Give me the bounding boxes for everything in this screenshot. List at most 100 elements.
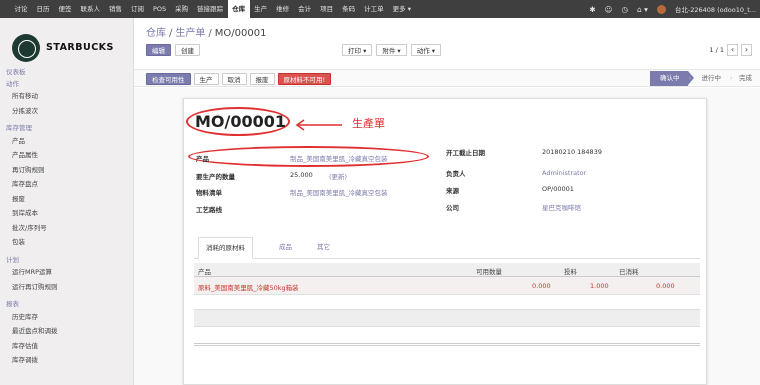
status-bar: 检查可用性 生产 取消 报废 原材料不可用! 确认中 进行中 完成	[134, 69, 760, 87]
app-menu-item[interactable]: POS	[149, 0, 171, 18]
app-menu-item[interactable]: 讨论	[10, 0, 32, 18]
create-button[interactable]: 创建	[175, 44, 200, 56]
produce-button[interactable]: 生产	[193, 73, 219, 85]
pager: 1 / 1 ‹ ›	[709, 44, 752, 56]
stage-pipeline: 确认中 进行中 完成	[650, 71, 760, 86]
table-footer	[194, 343, 700, 346]
col-consumed[interactable]: 已消耗	[619, 266, 639, 276]
sidebar-item[interactable]: 到岸成本	[6, 206, 133, 221]
sidebar-item[interactable]: 分拣波次	[6, 104, 133, 119]
table-empty-row	[194, 309, 700, 327]
avatar[interactable]	[656, 4, 666, 14]
stage-confirmed[interactable]: 确认中	[650, 71, 693, 86]
edit-button[interactable]: 编辑	[146, 44, 171, 56]
field-product[interactable]: 制品_美国南美里肌_冷藏真空包装	[290, 153, 388, 163]
app-menu-item[interactable]: 会计	[294, 0, 316, 18]
app-menu-item[interactable]: 更多 ▾	[388, 0, 415, 18]
app-menu-item[interactable]: 联系人	[76, 0, 105, 18]
sidebar: STARBUCKS 仪表板 动作 所有移动 分拣波次 库存管理 产品 产品属性 再订购规则 库存…	[0, 18, 134, 385]
user-menu[interactable]: 台北-226408 (odoo10_t...	[675, 4, 756, 14]
app-menu-item[interactable]: 项目	[316, 0, 338, 18]
scrap-button[interactable]: 报废	[249, 73, 275, 85]
sidebar-item[interactable]: 再订购规则	[6, 163, 133, 178]
topbar-right: ✱ ☺ ◷ ⌂ ▾ 台北-226408 (odoo10_t...	[589, 0, 760, 18]
cancel-button[interactable]: 取消	[221, 73, 247, 85]
company-logo[interactable]: STARBUCKS	[0, 18, 133, 66]
sidebar-item[interactable]: 批次/序列号	[6, 221, 133, 236]
app-menu-item[interactable]: 订阅	[127, 0, 149, 18]
breadcrumb-mid[interactable]: 生产单	[175, 28, 205, 39]
col-product[interactable]: 产品	[198, 266, 211, 276]
clock-icon[interactable]: ◷	[621, 5, 628, 14]
action-dropdown[interactable]: 动作 ▾	[410, 44, 442, 56]
breadcrumb-current: MO/00001	[214, 28, 267, 39]
stage-in-progress[interactable]: 进行中	[688, 71, 730, 86]
field-responsible[interactable]: Administrator	[542, 169, 586, 177]
attachment-dropdown[interactable]: 附件 ▾	[376, 44, 407, 56]
app-menu: 讨论 日历 便签 联系人 销售 订阅 POS 采购 链接跟踪 仓库 生产 维修 会计 项目 条码 计工单 更多 …	[0, 0, 416, 18]
app-menu-item[interactable]: 生产	[250, 0, 272, 18]
pager-value[interactable]: 1 / 1	[709, 46, 724, 54]
print-dropdown[interactable]: 打印 ▾	[342, 44, 373, 56]
app-menu-item[interactable]: 销售	[105, 0, 127, 18]
home-icon[interactable]: ⌂ ▾	[637, 5, 648, 14]
sidebar-item[interactable]: 产品属性	[6, 148, 133, 163]
pager-next-button[interactable]: ›	[741, 44, 752, 56]
annotation-arrow-icon	[295, 119, 342, 131]
app-menu-item[interactable]: 维修	[272, 0, 294, 18]
row-to-consume: 1.000	[590, 282, 609, 290]
form-sheet: MO/00001 生產單 产品 制品_美国南美里肌_冷藏真空包装 要生产的数量 …	[183, 98, 707, 385]
sidebar-item[interactable]: 报废	[6, 192, 133, 207]
app-menu-item[interactable]: 日历	[32, 0, 54, 18]
sidebar-item[interactable]: 库存调拨	[6, 353, 133, 368]
sidebar-item[interactable]: 运行MRP运算	[6, 265, 133, 280]
sidebar-item[interactable]: 库存估值	[6, 339, 133, 354]
pager-prev-button[interactable]: ‹	[727, 44, 738, 56]
breadcrumb-root[interactable]: 仓库	[146, 28, 166, 39]
tab-other[interactable]: 其它	[310, 237, 337, 259]
field-label-product: 产品	[196, 155, 209, 163]
field-label-source: 来源	[446, 187, 459, 195]
top-navbar: 讨论 日历 便签 联系人 销售 订阅 POS 采购 链接跟踪 仓库 生产 维修 会计 项目 条码 计工单 更多 …	[0, 0, 760, 18]
sidebar-item[interactable]: 历史库存	[6, 310, 133, 325]
sidebar-item[interactable]: 运行再订购规则	[6, 280, 133, 295]
sidebar-item[interactable]: 产品	[6, 134, 133, 149]
sidebar-item[interactable]: 最近盘点和调拨	[6, 324, 133, 339]
field-company[interactable]: 星巴克咖啡馆	[542, 202, 581, 212]
update-qty-link[interactable]: (更新)	[329, 171, 347, 181]
table-row[interactable]: 原料_美国南美里肌_冷藏50kg箱装 0.000 1.000 0.000	[194, 277, 700, 295]
starbucks-logo-icon	[12, 33, 40, 62]
chat-icon[interactable]: ☺	[605, 5, 613, 14]
col-to-consume[interactable]: 投料	[564, 266, 577, 276]
tab-finished-products[interactable]: 成品	[272, 237, 299, 259]
bug-icon[interactable]: ✱	[589, 5, 595, 14]
field-qty: 25.000	[290, 171, 313, 179]
tab-consumed-materials[interactable]: 消耗的原材料	[198, 237, 253, 259]
field-label-bom: 物料清单	[196, 189, 222, 197]
field-label-qty: 要生产的数量	[196, 173, 235, 181]
app-menu-item[interactable]: 采购	[171, 0, 193, 18]
check-availability-button[interactable]: 检查可用性	[146, 73, 191, 85]
app-menu-item[interactable]: 仓库	[227, 0, 250, 18]
sidebar-section-title: 计划	[6, 255, 19, 264]
sidebar-item[interactable]: 包装	[6, 235, 133, 250]
field-source: OP/00001	[542, 185, 574, 193]
field-label-responsible: 负责人	[446, 170, 466, 178]
field-bom[interactable]: 制品_美国南美里肌_冷藏真空包装	[290, 187, 388, 197]
app-menu-item[interactable]: 链接跟踪	[193, 0, 228, 18]
notebook-tabs: 消耗的原材料 成品 其它	[194, 237, 700, 259]
sidebar-section-title: 报表	[6, 300, 19, 308]
col-available[interactable]: 可用数量	[476, 266, 502, 276]
field-label-company: 公司	[446, 204, 459, 212]
row-product: 原料_美国南美里肌_冷藏50kg箱装	[198, 284, 299, 292]
sidebar-section-title[interactable]: 仪表板	[6, 66, 133, 78]
brand-name: STARBUCKS	[46, 42, 114, 53]
stage-done[interactable]: 完成	[729, 71, 760, 86]
sidebar-section-title: 动作	[6, 79, 19, 88]
app-menu-item[interactable]: 计工单	[360, 0, 389, 18]
app-menu-item[interactable]: 便签	[54, 0, 76, 18]
app-menu-item[interactable]: 条码	[338, 0, 360, 18]
sidebar-item[interactable]: 所有移动	[6, 89, 133, 104]
sidebar-section-title: 库存管理	[6, 124, 32, 132]
sidebar-item[interactable]: 库存盘点	[6, 177, 133, 192]
